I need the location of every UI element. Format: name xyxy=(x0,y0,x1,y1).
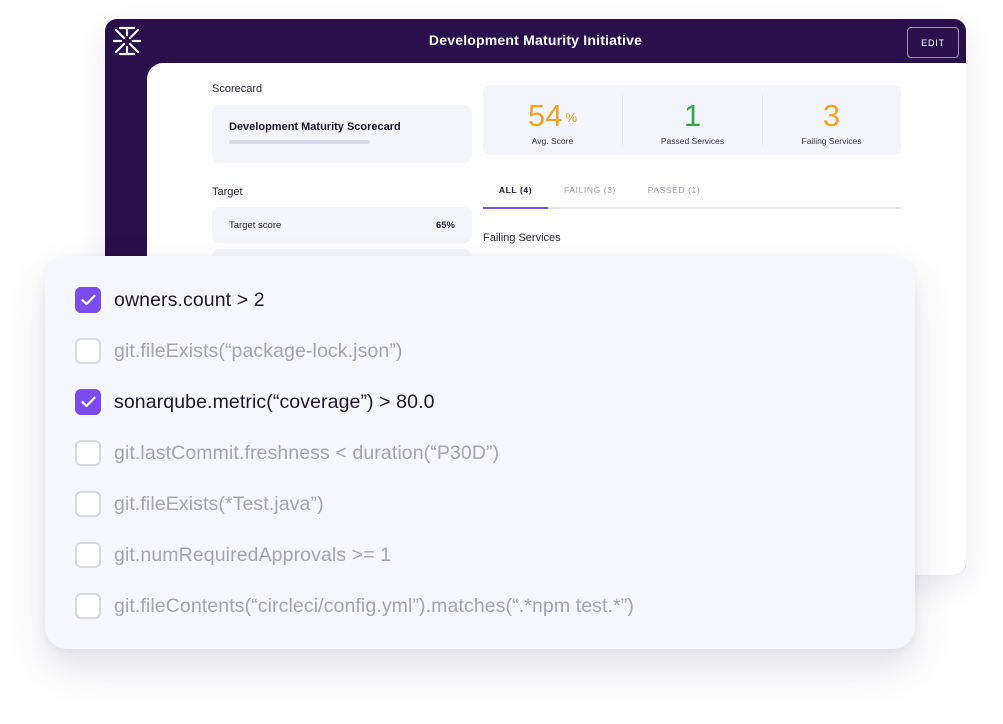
target-label: Target xyxy=(212,186,243,198)
failing-services-label: Failing Services xyxy=(801,136,862,146)
tab-passed[interactable]: PASSED (1) xyxy=(637,185,711,209)
target-score-label: Target score xyxy=(229,220,282,231)
rule-text: git.fileExists(*Test.java”) xyxy=(114,493,324,515)
rule-text: sonarqube.metric(“coverage”) > 80.0 xyxy=(114,391,435,413)
tab-failing[interactable]: FAILING (3) xyxy=(553,185,627,209)
scorecard-label: Scorecard xyxy=(212,83,263,95)
avg-score-value: 54 xyxy=(527,98,563,133)
rule-item[interactable]: git.numRequiredApprovals >= 1 xyxy=(75,540,895,570)
checkbox-checked[interactable] xyxy=(75,287,101,313)
avg-score-unit: % xyxy=(565,110,578,125)
rule-text: git.fileContents(“circleci/config.yml”).… xyxy=(114,595,634,617)
scorecard-name: Development Maturity Scorecard xyxy=(229,121,401,133)
rule-item[interactable]: git.fileExists(“package-lock.json”) xyxy=(75,336,895,366)
failing-services-value: 3 xyxy=(822,98,841,133)
rule-item[interactable]: git.lastCommit.freshness < duration(“P30… xyxy=(75,438,895,468)
checkbox-unchecked[interactable] xyxy=(75,440,101,466)
checkbox-unchecked[interactable] xyxy=(75,593,101,619)
rule-item[interactable]: owners.count > 2 xyxy=(75,285,895,315)
avg-score-number: 54% xyxy=(483,99,622,135)
checkbox-unchecked[interactable] xyxy=(75,338,101,364)
scorecard-selector[interactable]: Development Maturity Scorecard xyxy=(212,105,472,163)
avg-score-label: Avg. Score xyxy=(531,136,574,146)
title-bar: Development Maturity Initiative EDIT xyxy=(105,19,966,63)
passed-services-label: Passed Services xyxy=(660,136,725,146)
target-score-row[interactable]: Target score 65% xyxy=(212,207,472,243)
service-tabs: ALL (4) FAILING (3) PASSED (1) xyxy=(483,181,901,209)
passed-services-stat: 1 Passed Services xyxy=(623,85,762,155)
rule-text: git.lastCommit.freshness < duration(“P30… xyxy=(114,442,500,464)
target-score-value: 65% xyxy=(435,220,455,231)
rule-item[interactable]: sonarqube.metric(“coverage”) > 80.0 xyxy=(75,387,895,417)
checkbox-unchecked[interactable] xyxy=(75,491,101,517)
rule-text: git.numRequiredApprovals >= 1 xyxy=(114,544,392,566)
edit-button[interactable]: EDIT xyxy=(907,27,959,58)
scorecard-progress-track xyxy=(229,140,370,144)
rule-text: owners.count > 2 xyxy=(114,289,265,311)
passed-services-value: 1 xyxy=(683,98,702,133)
rules-checklist: owners.count > 2 git.fileExists(“package… xyxy=(45,256,915,649)
avg-score-stat: 54% Avg. Score xyxy=(483,85,622,155)
rule-item[interactable]: git.fileExists(*Test.java”) xyxy=(75,489,895,519)
active-tab-indicator xyxy=(483,207,548,209)
tab-all[interactable]: ALL (4) xyxy=(483,185,548,209)
checkmark-icon xyxy=(81,294,96,306)
window-title: Development Maturity Initiative xyxy=(428,32,643,48)
stats-panel: 54% Avg. Score 1 Passed Services 3 Faili… xyxy=(483,85,901,155)
checkbox-unchecked[interactable] xyxy=(75,542,101,568)
failing-services-heading: Failing Services xyxy=(483,232,561,244)
rule-text: git.fileExists(“package-lock.json”) xyxy=(114,340,403,362)
failing-services-stat: 3 Failing Services xyxy=(762,85,901,155)
checkmark-icon xyxy=(81,396,96,408)
rule-item[interactable]: git.fileContents(“circleci/config.yml”).… xyxy=(75,591,895,621)
checkbox-checked[interactable] xyxy=(75,389,101,415)
